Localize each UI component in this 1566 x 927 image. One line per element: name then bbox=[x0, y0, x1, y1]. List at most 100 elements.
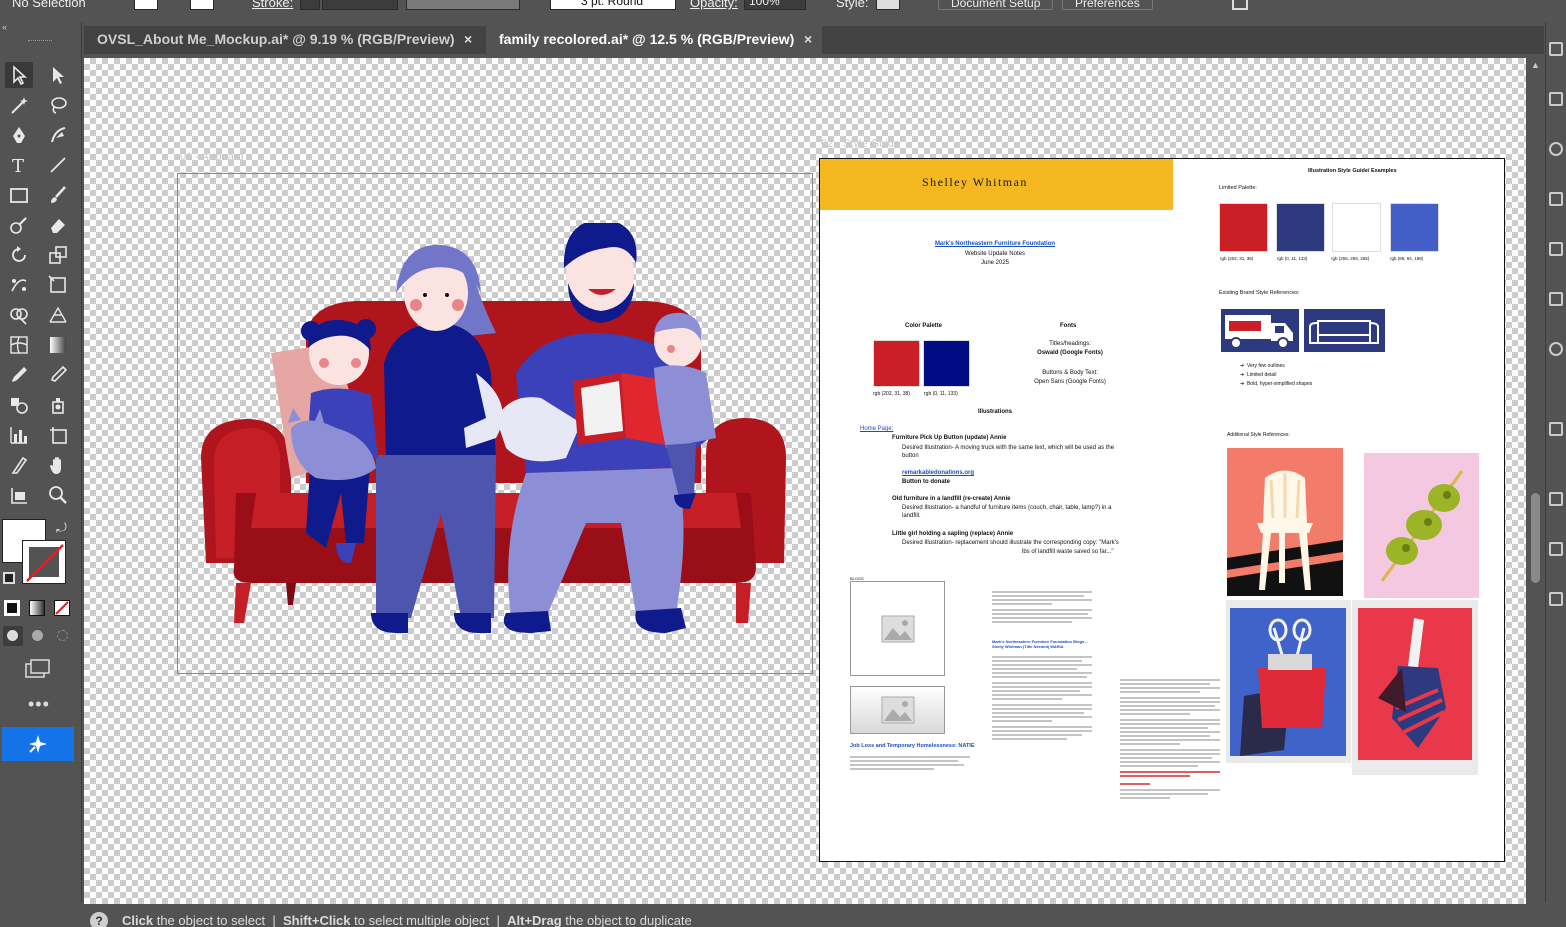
transform-panel-icon[interactable] bbox=[1549, 422, 1563, 436]
default-fill-stroke-icon[interactable] bbox=[3, 572, 15, 584]
document-setup-button[interactable]: Document Setup bbox=[938, 0, 1054, 10]
limited-label-navy: rgb (0, 11, 133) bbox=[1277, 256, 1308, 261]
type-tool-icon[interactable]: T bbox=[5, 152, 33, 178]
swap-fill-stroke-icon[interactable]: ⤾ bbox=[56, 520, 67, 536]
hand-tool-icon[interactable] bbox=[44, 452, 72, 478]
illustrator-window: No Selection Stroke: 3 pt. Round Opacity… bbox=[0, 0, 1566, 927]
help-icon[interactable]: ? bbox=[90, 912, 108, 927]
line-segment-tool-icon[interactable] bbox=[44, 152, 72, 178]
scroll-up-icon[interactable]: ▲ bbox=[1531, 60, 1540, 70]
rotate-tool-icon[interactable] bbox=[5, 242, 33, 268]
eraser-tool-icon[interactable] bbox=[44, 212, 72, 238]
document-canvas[interactable]: 01 - Artboard 02 - Style Guide Shelley W… bbox=[84, 58, 1526, 904]
job-loss-heading: Job Loss and Temporary Homelessness: NAT… bbox=[850, 743, 975, 749]
none-mode-icon[interactable] bbox=[54, 600, 70, 616]
item1-link[interactable]: remarkabledonations.org bbox=[902, 470, 974, 478]
bullet-text: Very few outlines bbox=[1246, 363, 1285, 369]
blog-link[interactable]: Mark's Northeastern Furniture Foundation… bbox=[992, 639, 1092, 649]
variable-width-profile[interactable] bbox=[406, 0, 520, 10]
column-graph-tool-icon[interactable] bbox=[5, 422, 33, 448]
fill-swatch[interactable] bbox=[134, 0, 158, 10]
symbols-panel-icon[interactable] bbox=[1549, 342, 1563, 356]
style-guide-artboard[interactable]: Shelley Whitman Mark's Northeastern Furn… bbox=[819, 158, 1505, 862]
vertical-scrollbar[interactable]: ▲ bbox=[1527, 58, 1544, 904]
clothespin-reference-image bbox=[1352, 600, 1478, 775]
buttons-font: Open Sans (Google Fonts) bbox=[1034, 379, 1106, 385]
tab-family-recolored[interactable]: family recolored.ai* @ 12.5 % (RGB/Previ… bbox=[486, 26, 822, 54]
palette-label-red: rgb (202, 31, 38) bbox=[873, 391, 910, 397]
tab-ovsl-about-me[interactable]: OVSL_About Me_Mockup.ai* @ 9.19 % (RGB/P… bbox=[84, 26, 486, 54]
preferences-button[interactable]: Preferences bbox=[1062, 0, 1153, 10]
opacity-field[interactable]: 100% bbox=[744, 0, 806, 10]
gradient-tool-icon[interactable] bbox=[44, 332, 72, 358]
family-illustration[interactable] bbox=[196, 223, 791, 653]
collapse-toolbar-icon[interactable]: « bbox=[2, 22, 7, 32]
stroke-label[interactable]: Stroke: bbox=[252, 0, 293, 12]
style-label: Style: bbox=[836, 0, 869, 10]
lasso-tool-icon[interactable] bbox=[44, 92, 72, 118]
foundation-link[interactable]: Mark's Northeastern Furniture Foundation bbox=[910, 241, 1080, 249]
close-icon[interactable]: × bbox=[804, 26, 812, 52]
home-page-link[interactable]: Home Page: bbox=[860, 426, 893, 434]
align-panel-icon[interactable] bbox=[1549, 492, 1563, 506]
stroke-swatch[interactable] bbox=[190, 0, 214, 10]
zoom-tool-icon[interactable] bbox=[44, 482, 72, 508]
generative-ai-button[interactable] bbox=[2, 727, 74, 761]
selection-tool-icon[interactable] bbox=[5, 62, 33, 88]
stroke-panel-icon[interactable] bbox=[1549, 592, 1563, 606]
color-panel-icon[interactable] bbox=[1549, 192, 1563, 206]
edit-toolbar-icon[interactable]: ••• bbox=[28, 694, 50, 715]
graphic-style-swatch[interactable] bbox=[876, 0, 900, 10]
perspective-grid-tool-icon[interactable] bbox=[44, 302, 72, 328]
artboard-label-1[interactable]: 01 - Artboard bbox=[180, 151, 244, 163]
symbol-sprayer-tool-icon[interactable] bbox=[44, 392, 72, 418]
arrange-documents-icon[interactable] bbox=[1232, 0, 1248, 10]
brushes-panel-icon[interactable] bbox=[1549, 292, 1563, 306]
layers-panel-icon[interactable] bbox=[1549, 92, 1563, 106]
direct-selection-tool-icon[interactable] bbox=[44, 62, 72, 88]
measure-tool-icon[interactable] bbox=[44, 362, 72, 388]
artboard-tool-icon[interactable] bbox=[44, 422, 72, 448]
scale-tool-icon[interactable] bbox=[44, 242, 72, 268]
draw-normal-icon[interactable] bbox=[3, 626, 23, 646]
free-transform-tool-icon[interactable] bbox=[44, 272, 72, 298]
opacity-label[interactable]: Opacity: bbox=[690, 0, 738, 12]
stroke-weight-dropdown[interactable] bbox=[322, 0, 398, 10]
hint-separator: | bbox=[272, 913, 276, 927]
artboard-navigator-icon[interactable] bbox=[5, 482, 33, 508]
shape-builder-tool-icon[interactable] bbox=[5, 302, 33, 328]
gradient-mode-icon[interactable] bbox=[29, 600, 45, 616]
draw-behind-icon[interactable] bbox=[28, 626, 48, 646]
magic-wand-tool-icon[interactable] bbox=[5, 92, 33, 118]
color-mode-icon[interactable] bbox=[4, 600, 20, 616]
right-panel-dock bbox=[1545, 22, 1566, 902]
close-icon[interactable]: × bbox=[464, 26, 472, 52]
status-hint: Click the object to select | Shift+Click… bbox=[122, 913, 692, 927]
toolbar-grip[interactable] bbox=[28, 40, 52, 43]
libraries-panel-icon[interactable] bbox=[1549, 142, 1563, 156]
blog-body-text bbox=[992, 656, 1092, 742]
curvature-tool-icon[interactable] bbox=[44, 122, 72, 148]
slice-tool-icon[interactable] bbox=[5, 452, 33, 478]
draw-inside-icon[interactable] bbox=[53, 626, 73, 646]
blend-tool-icon[interactable] bbox=[5, 392, 33, 418]
artboard-label-2[interactable]: 02 - Style Guide bbox=[821, 138, 900, 150]
mesh-tool-icon[interactable] bbox=[5, 332, 33, 358]
rectangle-tool-icon[interactable] bbox=[5, 182, 33, 208]
stroke-weight-stepper[interactable] bbox=[300, 0, 320, 10]
shaper-tool-icon[interactable] bbox=[5, 212, 33, 238]
pathfinder-panel-icon[interactable] bbox=[1549, 542, 1563, 556]
swatches-panel-icon[interactable] bbox=[1549, 242, 1563, 256]
brush-definition-dropdown[interactable]: 3 pt. Round bbox=[550, 0, 676, 10]
bullet-2: ➔ Limited detail bbox=[1240, 372, 1277, 378]
pen-tool-icon[interactable] bbox=[5, 122, 33, 148]
puppet-warp-tool-icon[interactable] bbox=[5, 272, 33, 298]
item3-desc: Desired Illustration- replacement should… bbox=[902, 540, 1119, 546]
properties-panel-icon[interactable] bbox=[1549, 42, 1563, 56]
paintbrush-tool-icon[interactable] bbox=[44, 182, 72, 208]
stroke-color-icon[interactable] bbox=[22, 540, 66, 584]
item2-title: Old furniture in a landfill (re-create) … bbox=[892, 496, 1011, 502]
scrollbar-thumb[interactable] bbox=[1531, 493, 1540, 583]
change-screen-mode-icon[interactable] bbox=[24, 658, 52, 680]
eyedropper-tool-icon[interactable] bbox=[5, 362, 33, 388]
